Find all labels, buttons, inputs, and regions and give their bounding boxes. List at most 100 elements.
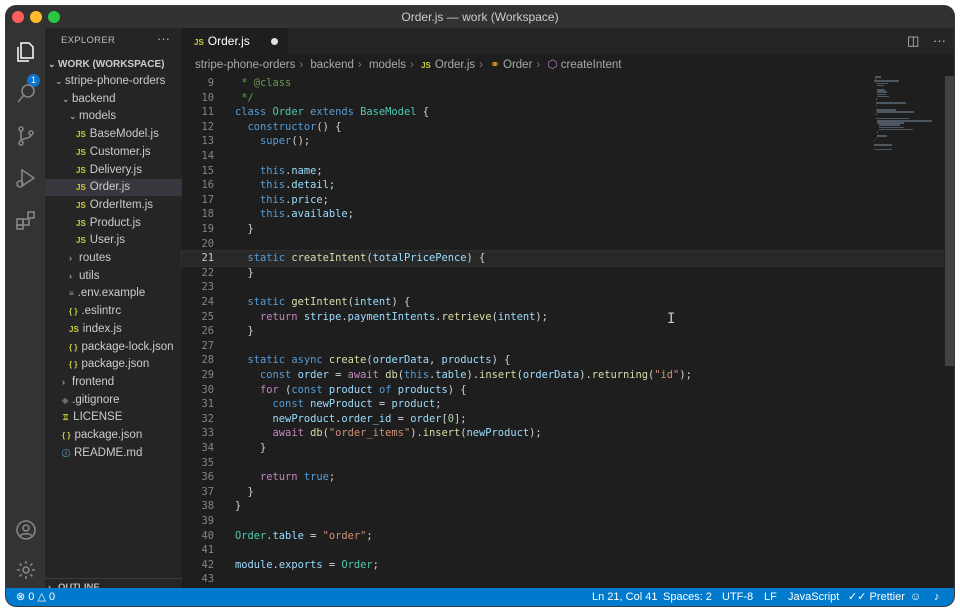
code-line[interactable]: 40 Order.table = "order"; — [182, 529, 954, 544]
tree-file[interactable]: JS Order.js — [45, 179, 182, 197]
code-line[interactable]: 27 — [182, 339, 954, 354]
tree-file[interactable]: { } package-lock.json — [45, 339, 182, 356]
scrollbar-thumb[interactable] — [945, 76, 954, 366]
code-line[interactable]: 41 — [182, 543, 954, 558]
code-line[interactable]: 32 newProduct.order_id = order[0]; — [182, 412, 954, 427]
zoom-window-button[interactable] — [48, 11, 60, 23]
code-line[interactable]: 23 — [182, 280, 954, 295]
extensions-icon[interactable] — [14, 208, 38, 232]
tree-folder[interactable]: › frontend — [45, 374, 182, 391]
code-line[interactable]: 35 — [182, 456, 954, 471]
breadcrumb-item[interactable]: Order.js — [435, 59, 475, 71]
code-line[interactable]: 12 constructor() { — [182, 120, 954, 135]
breadcrumb-item[interactable]: Order — [503, 59, 532, 71]
tree-folder[interactable]: › routes — [45, 250, 182, 267]
tree-file[interactable]: { } package.json — [45, 356, 182, 373]
code-line[interactable]: 37 } — [182, 485, 954, 500]
code-line[interactable]: 13 super(); — [182, 134, 954, 149]
tree-file[interactable]: ◆ .gitignore — [45, 392, 182, 409]
code-line[interactable]: 15 this.name; — [182, 164, 954, 179]
encoding[interactable]: UTF-8 — [722, 588, 753, 606]
code-line[interactable]: 38} — [182, 499, 954, 514]
tree-file[interactable]: { } package.json — [45, 427, 182, 444]
tree-file[interactable]: JS OrderItem.js — [45, 197, 182, 214]
breadcrumb-item[interactable]: stripe-phone-orders — [195, 59, 295, 71]
line-number: 22 — [201, 266, 214, 279]
code-line[interactable]: 24 static getIntent(intent) { — [182, 295, 954, 310]
code-line[interactable]: 30 for (const product of products) { — [182, 383, 954, 398]
breadcrumb-item[interactable]: backend — [310, 59, 353, 71]
tree-item-label: index.js — [82, 322, 122, 335]
code-line[interactable]: 10 */ — [182, 91, 954, 106]
feedback-icon[interactable]: ☺ — [910, 588, 921, 606]
vertical-scrollbar[interactable] — [944, 76, 954, 588]
end-of-line[interactable]: LF — [764, 588, 777, 606]
code-line[interactable]: 34 } — [182, 441, 954, 456]
minimap-line — [875, 98, 877, 100]
tree-folder[interactable]: ⌄ backend — [45, 91, 182, 108]
prettier-status[interactable]: ✓✓ Prettier — [848, 588, 905, 606]
tree-file[interactable]: { } .eslintrc — [45, 303, 182, 320]
settings-gear-icon[interactable] — [14, 558, 38, 582]
code-editor[interactable]: 9 * @class 10 */11 class Order extends Bas… — [181, 76, 954, 588]
tree-file[interactable]: JS BaseModel.js — [45, 126, 182, 143]
source-control-icon[interactable] — [14, 124, 38, 148]
code-line[interactable]: 25 return stripe.paymentIntents.retrieve… — [182, 310, 954, 325]
workspace-header[interactable]: ⌄ WORK (WORKSPACE) — [45, 56, 182, 73]
tree-folder[interactable]: › utils — [45, 268, 182, 285]
line-number: 34 — [201, 442, 214, 454]
tree-folder[interactable]: ⌄ models — [45, 108, 182, 125]
close-window-button[interactable] — [12, 11, 24, 23]
code-line[interactable]: 16 this.detail; — [182, 178, 954, 193]
account-icon[interactable] — [14, 518, 38, 542]
js-file-icon: JS — [76, 183, 86, 193]
tree-folder[interactable]: ⌄ stripe-phone-orders — [45, 73, 182, 90]
code-line[interactable]: 21 static createIntent(totalPricePence) … — [181, 250, 954, 267]
cursor-position[interactable]: Ln 21, Col 41 — [592, 588, 657, 606]
line-number: 17 — [201, 193, 214, 206]
code-line[interactable]: 20 — [182, 237, 954, 252]
code-line[interactable]: 9 * @class — [182, 76, 954, 91]
chevron-right-icon: › — [69, 253, 72, 263]
minimap[interactable] — [874, 76, 936, 156]
run-debug-icon[interactable] — [14, 166, 38, 190]
code-text: this.name; — [260, 164, 323, 177]
code-line[interactable]: 42 module.exports = Order; — [182, 558, 954, 573]
more-actions-icon[interactable]: ··· — [157, 31, 170, 46]
tree-file[interactable]: ♖ LICENSE — [45, 409, 182, 426]
code-line[interactable]: 29 const order = await db(this.table).in… — [182, 368, 954, 383]
more-actions-icon[interactable]: ··· — [933, 33, 946, 48]
code-line[interactable]: 39 — [182, 514, 954, 529]
breadcrumb-item[interactable]: createIntent — [561, 59, 622, 71]
code-line[interactable]: 43 — [182, 572, 954, 587]
code-line[interactable]: 19 } — [182, 222, 954, 237]
code-line[interactable]: 31 const newProduct = product; — [182, 397, 954, 412]
code-line[interactable]: 14 — [182, 149, 954, 164]
tree-file[interactable]: JS Customer.js — [45, 144, 182, 161]
split-editor-icon[interactable]: ◫ — [907, 33, 919, 48]
notifications-bell-icon[interactable]: ♪ — [934, 588, 940, 606]
code-line[interactable]: 36 return true; — [182, 470, 954, 485]
problems-indicator[interactable]: ⊗ 0 △ 0 — [16, 588, 55, 606]
unsaved-dot-icon[interactable] — [271, 38, 278, 45]
tree-file[interactable]: ⓘ README.md — [45, 445, 182, 462]
code-line[interactable]: 17 this.price; — [182, 193, 954, 208]
breadcrumb-item[interactable]: models — [369, 59, 406, 71]
language-mode[interactable]: JavaScript — [788, 588, 839, 606]
code-line[interactable]: 18 this.available; — [182, 207, 954, 222]
indentation[interactable]: Spaces: 2 — [663, 588, 712, 606]
tree-file[interactable]: JS index.js — [45, 321, 182, 338]
tab-order-js[interactable]: JS Order.js — [182, 28, 288, 54]
code-line[interactable]: 26 } — [182, 324, 954, 339]
code-line[interactable]: 28 static async create(orderData, produc… — [182, 353, 954, 368]
search-icon[interactable] — [14, 82, 38, 106]
code-line[interactable]: 22 } — [182, 266, 954, 281]
tree-file[interactable]: JS User.js — [45, 232, 182, 249]
minimize-window-button[interactable] — [30, 11, 42, 23]
tree-file[interactable]: ≡ .env.example — [45, 285, 182, 302]
code-line[interactable]: 11 class Order extends BaseModel { — [182, 105, 954, 120]
explorer-icon[interactable] — [14, 40, 38, 64]
tree-file[interactable]: JS Product.js — [45, 215, 182, 232]
tree-file[interactable]: JS Delivery.js — [45, 162, 182, 179]
code-line[interactable]: 33 await db("order_items").insert(newPro… — [182, 426, 954, 441]
